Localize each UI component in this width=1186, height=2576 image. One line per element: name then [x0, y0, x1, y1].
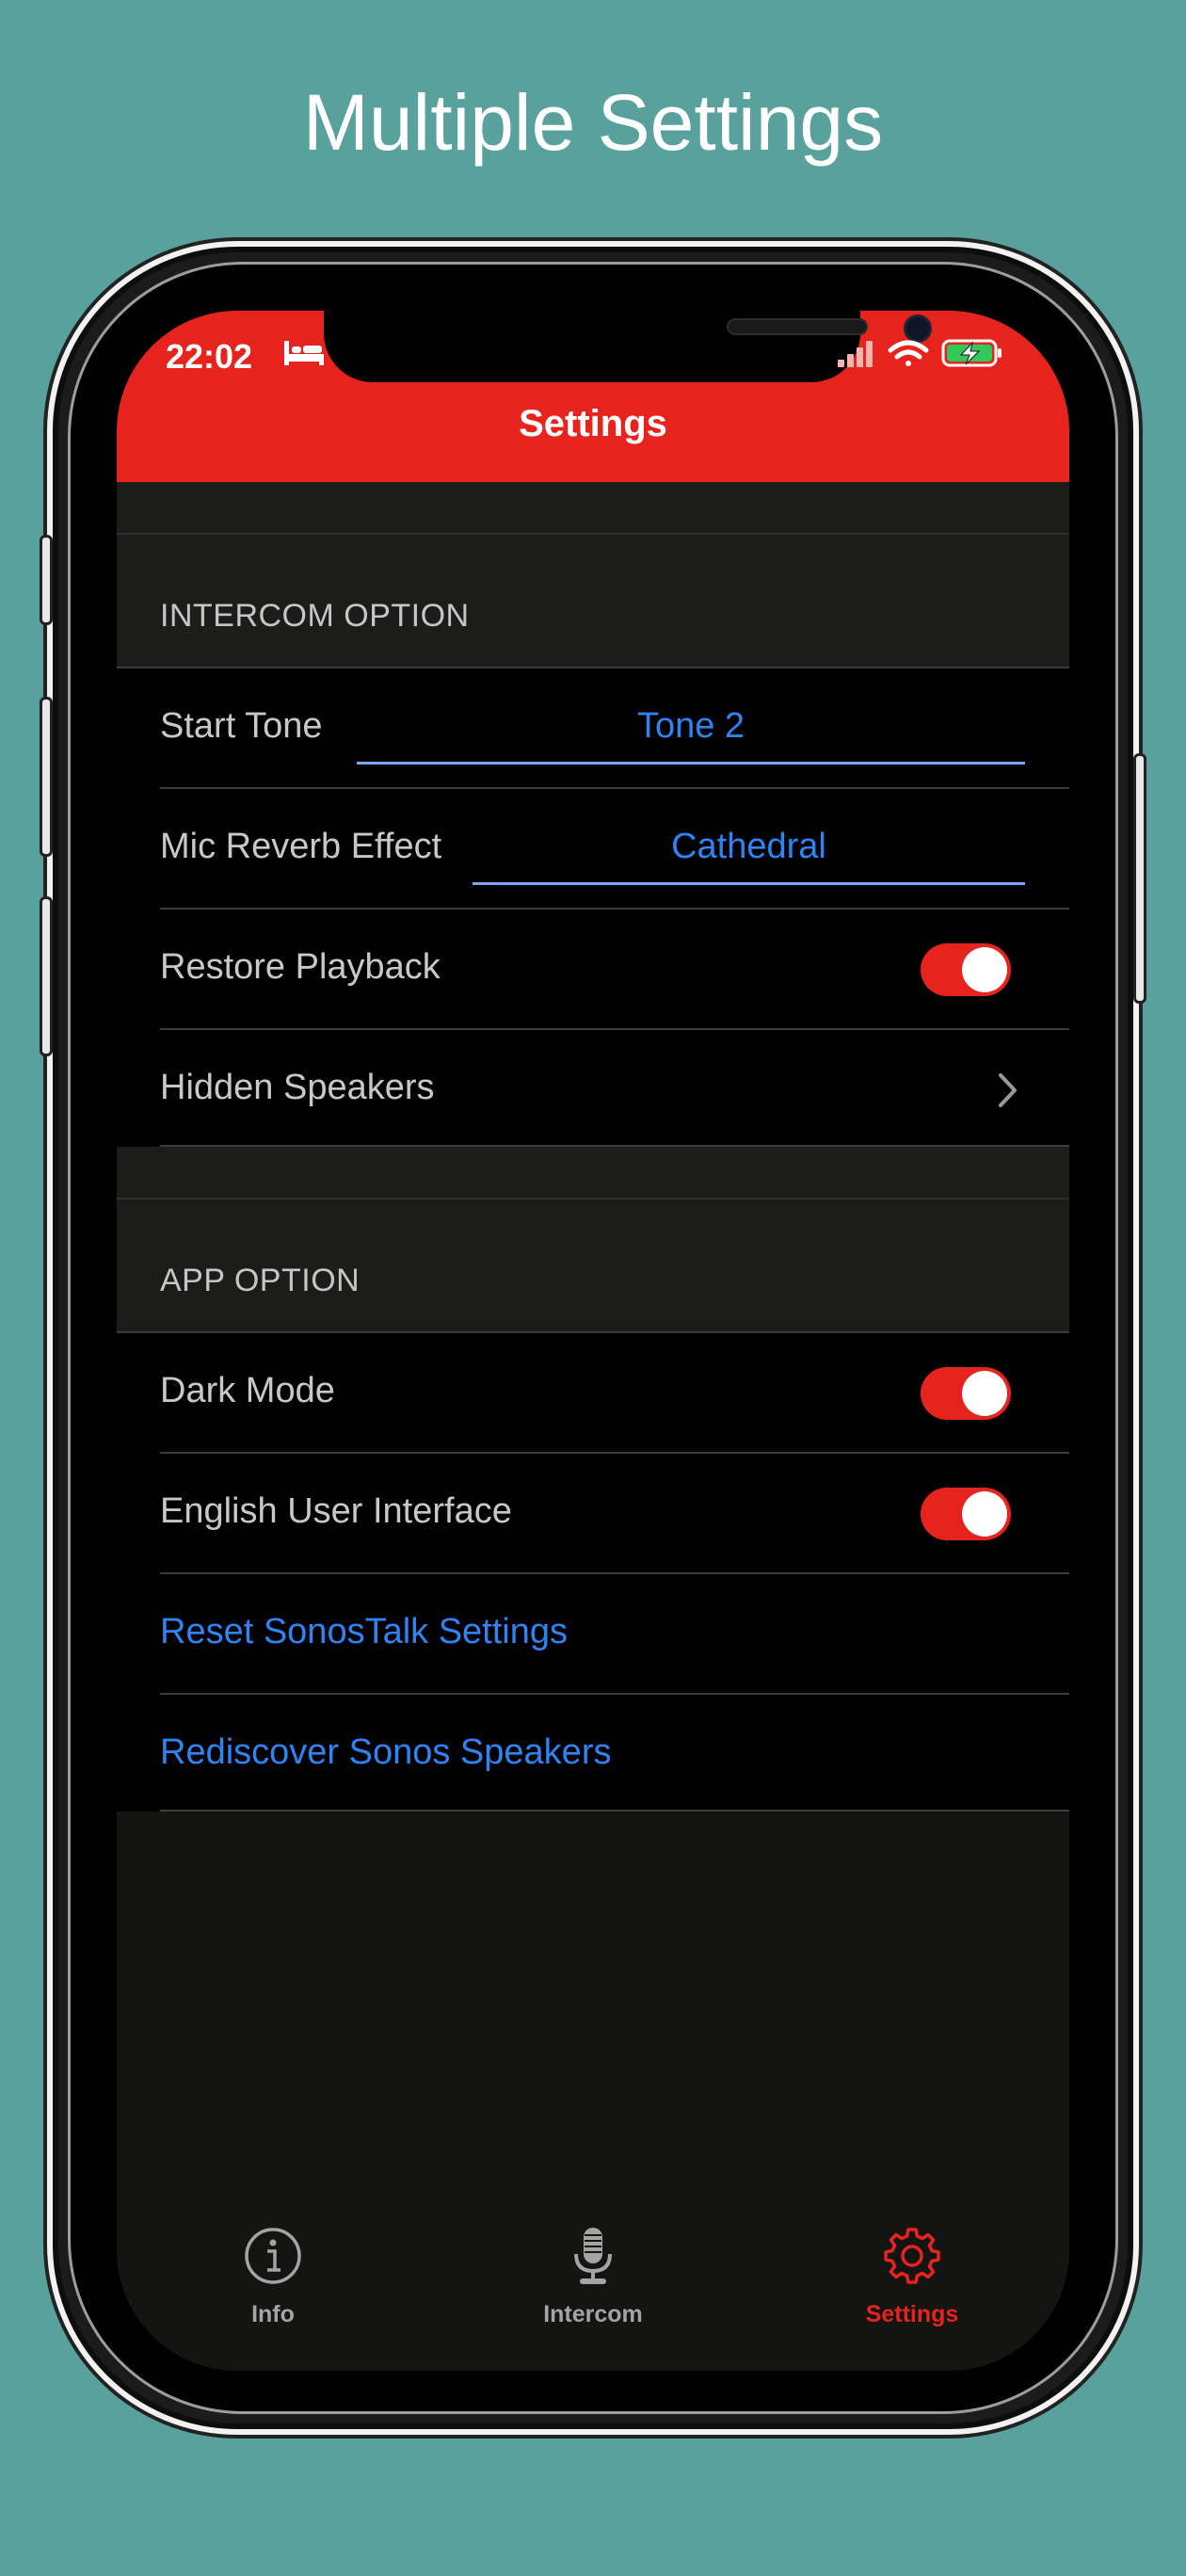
start-tone-label: Start Tone — [160, 706, 323, 746]
tab-intercom[interactable]: Intercom — [489, 2226, 697, 2348]
gear-icon — [884, 2228, 940, 2284]
section-header-app: APP OPTION — [117, 1199, 1069, 1333]
start-tone-row[interactable]: Start Tone Tone 2 — [117, 668, 1069, 789]
hidden-speakers-label: Hidden Speakers — [160, 1068, 435, 1107]
row-separator — [160, 1810, 1069, 1811]
tab-intercom-label: Intercom — [543, 2301, 643, 2327]
toggle-knob — [962, 1491, 1007, 1537]
tab-info-label: Info — [251, 2301, 295, 2327]
restore-playback-label: Restore Playback — [160, 947, 441, 987]
middle-spacer — [117, 1147, 1069, 1199]
volume-down-button — [40, 896, 53, 1056]
rediscover-speakers-button[interactable]: Rediscover Sonos Speakers — [160, 1732, 611, 1773]
app-screen: 22:02 Settings INTERCOM OPTION Start Ton… — [117, 311, 1069, 2371]
restore-playback-toggle[interactable] — [921, 943, 1011, 996]
tab-info[interactable]: Info — [169, 2226, 377, 2348]
intercom-options-group: Start Tone Tone 2 Mic Reverb Effect Cath… — [117, 668, 1069, 1147]
microphone-icon — [574, 2228, 612, 2284]
toggle-knob — [962, 947, 1007, 992]
mic-reverb-picker[interactable]: Cathedral — [473, 810, 1025, 885]
dark-mode-row: Dark Mode — [117, 1333, 1069, 1454]
reset-settings-row[interactable]: Reset SonosTalk Settings — [117, 1574, 1069, 1695]
battery-charging-icon — [941, 339, 1002, 367]
navigation-bar: 22:02 Settings — [117, 311, 1069, 482]
chevron-right-icon — [999, 1073, 1017, 1107]
mic-reverb-label: Mic Reverb Effect — [160, 827, 442, 866]
wifi-icon — [888, 340, 929, 366]
bed-icon — [284, 341, 324, 365]
power-button — [1133, 753, 1146, 1004]
rediscover-speakers-row[interactable]: Rediscover Sonos Speakers — [117, 1695, 1069, 1811]
display-notch — [324, 311, 932, 382]
app-options-group: Dark Mode English User Interface Reset S… — [117, 1333, 1069, 1811]
mute-switch — [40, 535, 53, 625]
reset-settings-button[interactable]: Reset SonosTalk Settings — [160, 1612, 568, 1652]
toggle-knob — [962, 1371, 1007, 1416]
english-ui-row: English User Interface — [117, 1454, 1069, 1574]
section-header-label: APP OPTION — [160, 1263, 361, 1298]
english-ui-toggle[interactable] — [921, 1488, 1011, 1540]
earpiece-speaker — [727, 318, 868, 335]
dark-mode-label: Dark Mode — [160, 1371, 335, 1410]
tab-settings[interactable]: Settings — [809, 2226, 1016, 2348]
tab-bar: Info Intercom Settings — [117, 2194, 1069, 2371]
section-header-intercom: INTERCOM OPTION — [117, 535, 1069, 668]
dark-mode-toggle[interactable] — [921, 1367, 1011, 1420]
restore-playback-row: Restore Playback — [117, 910, 1069, 1030]
hidden-speakers-row[interactable]: Hidden Speakers — [117, 1030, 1069, 1147]
marketing-headline: Multiple Settings — [302, 78, 884, 167]
page-title: Settings — [519, 403, 667, 444]
info-icon — [245, 2228, 301, 2284]
tab-settings-label: Settings — [865, 2301, 959, 2327]
mic-reverb-row[interactable]: Mic Reverb Effect Cathedral — [117, 789, 1069, 910]
cellular-signal-icon — [838, 341, 873, 367]
top-spacer — [117, 482, 1069, 535]
status-icons — [838, 339, 1002, 367]
section-header-label: INTERCOM OPTION — [160, 598, 470, 634]
start-tone-value: Tone 2 — [636, 706, 745, 746]
mic-reverb-value: Cathedral — [671, 827, 826, 866]
status-time: 22:02 — [166, 337, 253, 376]
english-ui-label: English User Interface — [160, 1491, 512, 1531]
start-tone-picker[interactable]: Tone 2 — [357, 689, 1025, 765]
volume-up-button — [40, 697, 53, 857]
